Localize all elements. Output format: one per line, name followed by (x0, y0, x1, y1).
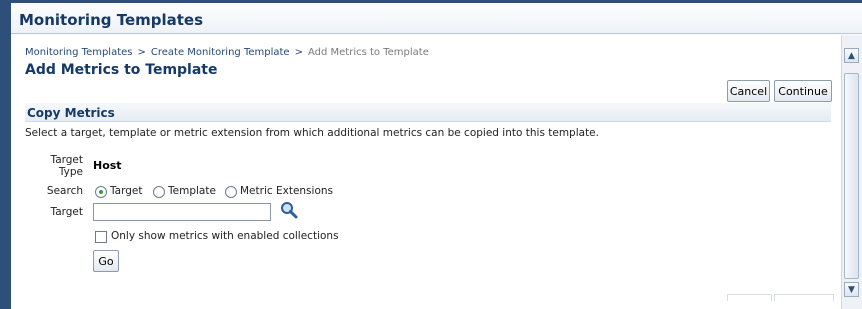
vertical-scrollbar[interactable]: ▲ ▼ (841, 35, 862, 309)
search-radio-metric-extensions[interactable] (225, 186, 237, 198)
search-radio-template-label[interactable]: Template (168, 185, 216, 197)
breadcrumb-separator: > (294, 47, 303, 58)
scrollbar-thumb[interactable] (844, 73, 859, 279)
search-radio-target[interactable] (95, 186, 107, 198)
target-input[interactable] (93, 203, 271, 221)
continue-button-ghost (774, 294, 834, 301)
search-radio-metric-extensions-label[interactable]: Metric Extensions (240, 185, 333, 197)
breadcrumb-link-monitoring-templates[interactable]: Monitoring Templates (25, 47, 133, 58)
cancel-button[interactable]: Cancel (727, 80, 770, 102)
breadcrumb-separator: > (137, 47, 146, 58)
go-button[interactable]: Go (93, 250, 119, 272)
magnifier-icon[interactable] (279, 200, 299, 220)
section-description: Select a target, template or metric exte… (25, 127, 599, 139)
search-radio-target-label[interactable]: Target (110, 185, 142, 197)
target-label: Target (50, 206, 83, 218)
chevron-down-icon[interactable]: ▼ (844, 282, 859, 297)
target-type-label: Target Type (50, 154, 83, 178)
target-type-value: Host (93, 159, 122, 172)
main-content: Monitoring Templates > Create Monitoring T… (11, 35, 841, 309)
search-radio-template[interactable] (153, 186, 165, 198)
chevron-up-icon[interactable]: ▲ (844, 48, 859, 63)
only-enabled-label[interactable]: Only show metrics with enabled collectio… (111, 230, 339, 242)
section-heading: Copy Metrics (27, 106, 115, 120)
page-title: Add Metrics to Template (25, 62, 218, 78)
search-label: Search (46, 185, 83, 197)
breadcrumb-current: Add Metrics to Template (307, 47, 429, 58)
app-window: Monitoring Templates Monitoring Template… (0, 0, 862, 309)
continue-button[interactable]: Continue (774, 80, 832, 102)
breadcrumb: Monitoring Templates > Create Monitoring T… (25, 47, 429, 58)
breadcrumb-link-create-template[interactable]: Create Monitoring Template (151, 47, 290, 58)
cancel-button-ghost (727, 294, 772, 301)
only-enabled-checkbox[interactable] (95, 231, 107, 243)
copy-metrics-header: Copy Metrics (25, 103, 831, 122)
window-left-border (0, 0, 11, 309)
window-title: Monitoring Templates (19, 11, 204, 29)
title-bar: Monitoring Templates (11, 0, 862, 34)
